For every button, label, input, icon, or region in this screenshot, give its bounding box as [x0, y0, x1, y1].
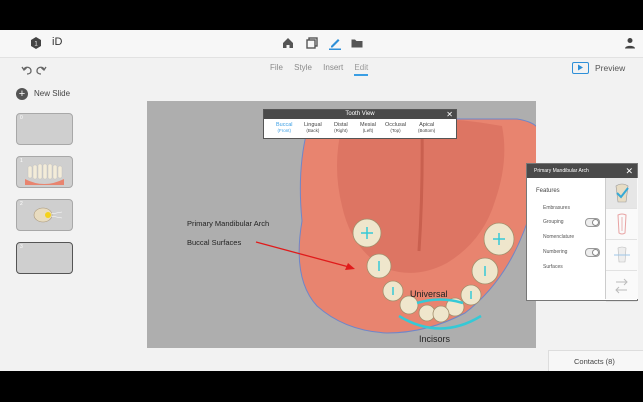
arch-label: Primary Mandibular Arch: [187, 219, 270, 228]
contacts-label: Contacts (8): [574, 357, 615, 366]
menu-insert[interactable]: Insert: [323, 63, 343, 72]
folder-icon[interactable]: [350, 36, 364, 50]
top-bar: 1 iD: [0, 30, 643, 58]
home-icon[interactable]: [281, 36, 295, 50]
tooth-thumbnail-image: [33, 207, 63, 223]
feature-embrasures[interactable]: Embrasures: [543, 205, 570, 211]
new-slide-label: New Slide: [34, 89, 71, 98]
plus-icon: +: [16, 88, 28, 100]
numbering-toggle[interactable]: [585, 248, 600, 257]
view-option-lingual[interactable]: Lingual (Back): [304, 122, 322, 134]
slide-thumbnail[interactable]: 0: [16, 113, 73, 145]
close-icon[interactable]: ✕: [446, 110, 453, 119]
view-option-occlusal[interactable]: Occlusal (Top): [385, 122, 406, 134]
feature-tabs: [605, 178, 638, 302]
tooth-check-tab-icon[interactable]: [606, 178, 637, 209]
features-panel: Primary Mandibular Arch ✕ Features Embra…: [526, 163, 638, 302]
view-option-distal[interactable]: Distal (Right): [334, 122, 348, 134]
menu-edit[interactable]: Edit: [354, 63, 369, 76]
feature-grouping[interactable]: Grouping: [543, 219, 564, 225]
user-icon[interactable]: [624, 37, 636, 49]
redo-icon[interactable]: [35, 64, 47, 76]
tooth-view-title: Tooth View: [345, 111, 375, 117]
play-icon: [572, 62, 589, 74]
view-option-apical[interactable]: Apical (Bottom): [418, 122, 435, 134]
feature-surfaces[interactable]: Surfaces: [543, 264, 563, 270]
grouping-toggle[interactable]: [585, 218, 600, 227]
tooth-view-header: Tooth View ✕: [264, 110, 456, 119]
close-icon[interactable]: ✕: [625, 164, 633, 178]
app-window: 1 iD File Style Insert Edit Preview + Ne…: [0, 30, 643, 371]
feature-numbering[interactable]: Numbering: [543, 249, 567, 255]
contacts-button[interactable]: Contacts (8): [548, 350, 643, 371]
menu-file[interactable]: File: [270, 63, 283, 72]
features-panel-header: Primary Mandibular Arch ✕: [527, 164, 637, 178]
arrows-tab-icon[interactable]: [606, 271, 637, 302]
undo-icon[interactable]: [21, 64, 33, 76]
tooth-view-dialog: Tooth View ✕ Buccal (Front) Lingual (Back)…: [263, 109, 457, 139]
app-logo-icon: 1: [31, 37, 41, 49]
teeth-thumbnail-image: [25, 163, 64, 185]
incisors-label: Incisors: [419, 334, 451, 344]
slide-thumbnail[interactable]: 3: [16, 242, 73, 274]
universal-label: Universal: [410, 289, 448, 299]
feature-nomenclature[interactable]: Nomenclature: [543, 234, 574, 240]
features-panel-title: Primary Mandibular Arch: [534, 168, 589, 174]
tooth-root-tab-icon[interactable]: [606, 209, 637, 240]
edit-pen-icon[interactable]: [328, 36, 342, 50]
main-menu: File Style Insert Edit: [270, 63, 377, 76]
slides-icon[interactable]: [305, 36, 319, 50]
view-option-buccal[interactable]: Buccal (Front): [276, 122, 293, 134]
tooth-plane-tab-icon[interactable]: [606, 240, 637, 271]
features-label: Features: [536, 188, 560, 194]
view-option-mesial[interactable]: Mesial (Left): [360, 122, 376, 134]
menu-style[interactable]: Style: [294, 63, 312, 72]
preview-label: Preview: [595, 63, 626, 73]
buccal-label: Buccal Surfaces: [187, 238, 242, 247]
slide-thumbnail[interactable]: 1: [16, 156, 73, 188]
app-name: iD: [52, 36, 63, 48]
slide-thumbnail[interactable]: 2: [16, 199, 73, 231]
